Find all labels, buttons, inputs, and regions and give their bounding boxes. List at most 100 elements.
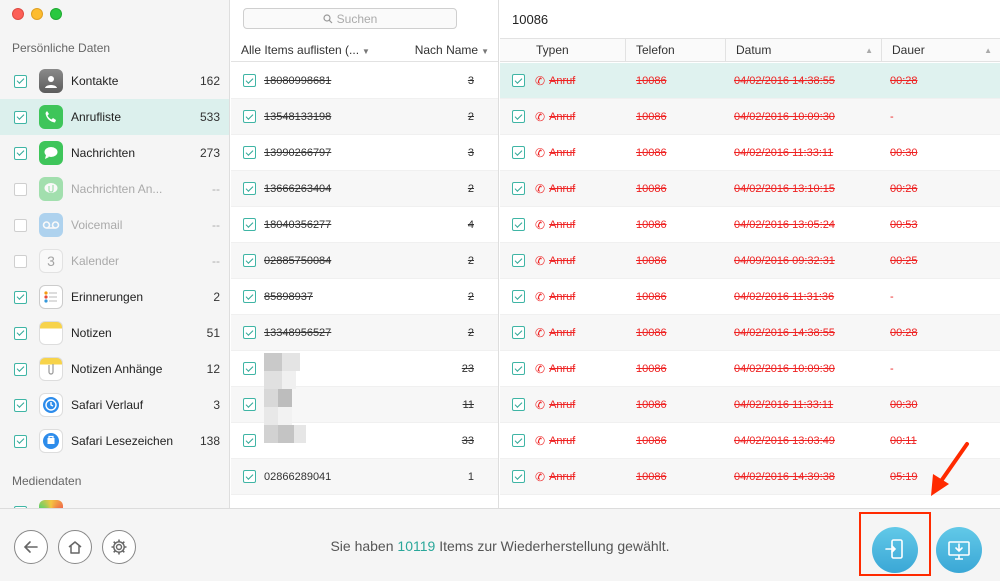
list-item[interactable]: 13666263404 2 [231,171,498,207]
list-item[interactable]: 13348956527 2 [231,315,498,351]
sidebar-item-count: 138 [199,434,220,448]
sidebar-item-safari-verlauf[interactable]: Safari Verlauf 3 [0,387,229,423]
checkbox[interactable] [512,182,525,195]
table-row[interactable]: ✆ Anruf 10086 04/02/2016 14:38:55 00:28 [500,63,1000,99]
checkbox[interactable] [14,182,27,196]
checkbox[interactable] [512,398,525,411]
checkbox[interactable] [14,434,27,448]
list-item[interactable]: 02866289041 1 [231,459,498,495]
sort-dropdown[interactable]: Nach Name ▼ [409,43,489,57]
sidebar-item-notizen[interactable]: Notizen 51 [0,315,229,351]
list-item[interactable]: 02885750084 2 [231,243,498,279]
checkbox[interactable] [512,434,525,447]
home-button[interactable] [58,530,92,564]
column-header-type[interactable]: Typen [500,38,626,62]
checkbox[interactable] [243,146,256,159]
sidebar-item-safari-lesezeichen[interactable]: Safari Lesezeichen 138 [0,423,229,459]
checkbox[interactable] [512,470,525,483]
checkbox[interactable] [512,254,525,267]
table-row[interactable]: ✆ Anruf 10086 04/02/2016 10:09:30 - [500,351,1000,387]
checkbox[interactable] [512,74,525,87]
checkbox[interactable] [243,434,256,447]
list-item[interactable]: 13990266797 3 [231,135,498,171]
annotation-arrow-icon [931,442,969,496]
column-header-date[interactable]: Datum ▲ [726,38,882,62]
search-input[interactable]: Suchen [243,8,457,29]
checkbox[interactable] [14,74,27,88]
checkbox[interactable] [14,326,27,340]
checkbox[interactable] [243,74,256,87]
checkbox[interactable] [243,470,256,483]
checkbox[interactable] [14,290,27,304]
settings-button[interactable] [102,530,136,564]
checkbox[interactable] [512,110,525,123]
table-row[interactable]: ✆ Anruf 10086 04/02/2016 13:05:24 00:53 [500,207,1000,243]
list-item[interactable]: 85898937 2 [231,279,498,315]
checkbox[interactable] [512,146,525,159]
sidebar-item-label: Kontakte [71,74,119,88]
filter-dropdown[interactable]: Alle Items auflisten (... ▼ [241,43,409,57]
checkbox[interactable] [14,110,27,124]
call-date: 04/02/2016 11:33:11 [734,398,834,411]
checkbox[interactable] [14,146,27,160]
table-row[interactable]: ✆ Anruf 10086 04/02/2016 11:33:11 00:30 [500,135,1000,171]
table-row[interactable]: ✆ Anruf 10086 04/02/2016 14:38:55 00:28 [500,315,1000,351]
call-duration: 00:26 [890,182,918,195]
safari-history-icon [39,393,63,417]
checkbox[interactable] [14,362,27,376]
recover-to-computer-button[interactable] [936,527,982,573]
sidebar-item-nachrichten-anhaenge[interactable]: Nachrichten An... -- [0,171,229,207]
checkbox[interactable] [243,218,256,231]
sidebar-item-voicemail[interactable]: Voicemail -- [0,207,229,243]
arrow-left-icon [23,541,38,553]
table-row[interactable]: ✆ Anruf 10086 04/02/2016 11:31:36 - [500,279,1000,315]
call-phone: 10086 [636,110,667,123]
zoom-window-button[interactable] [50,8,62,20]
checkbox[interactable] [243,290,256,303]
close-window-button[interactable] [12,8,24,20]
section-title-personal: Persönliche Daten [12,41,111,55]
status-suffix: Items zur Wiederherstellung gewählt. [439,538,670,554]
checkbox[interactable] [243,254,256,267]
checkbox[interactable] [243,398,256,411]
sidebar-item-media-partial[interactable] [14,500,63,508]
column-header-duration[interactable]: Dauer ▲ [882,38,1000,62]
minimize-window-button[interactable] [31,8,43,20]
checkbox[interactable] [512,290,525,303]
call-type: Anruf [549,110,576,123]
sidebar-item-kalender[interactable]: 3 Kalender -- [0,243,229,279]
checkbox[interactable] [243,362,256,375]
list-item[interactable]: 18080998681 3 [231,63,498,99]
call-date: 04/02/2016 11:33:11 [734,146,834,159]
section-title-media: Mediendaten [12,474,82,488]
sidebar-item-nachrichten[interactable]: Nachrichten 273 [0,135,229,171]
column-header-phone[interactable]: Telefon [626,38,726,62]
missed-call-icon: ✆ [535,253,546,268]
table-row[interactable]: ✆ Anruf 10086 04/02/2016 11:33:11 00:30 [500,387,1000,423]
missed-call-icon: ✆ [535,181,546,196]
call-date: 04/02/2016 13:03:49 [734,434,835,447]
checkbox[interactable] [14,398,27,412]
checkbox[interactable] [14,218,27,232]
sidebar-item-anrufliste[interactable]: Anrufliste 533 [0,99,229,135]
list-item-count: 23 [461,362,474,375]
checkbox[interactable] [243,326,256,339]
safari-bookmarks-icon [39,429,63,453]
sidebar-item-notizen-anhaenge[interactable]: Notizen Anhänge 12 [0,351,229,387]
checkbox[interactable] [512,362,525,375]
table-row[interactable]: ✆ Anruf 10086 04/09/2016 09:32:31 00:25 [500,243,1000,279]
list-item[interactable]: 13548133198 2 [231,99,498,135]
table-row[interactable]: ✆ Anruf 10086 04/02/2016 10:09:30 - [500,99,1000,135]
table-row[interactable]: ✆ Anruf 10086 04/02/2016 13:10:15 00:26 [500,171,1000,207]
back-button[interactable] [14,530,48,564]
sidebar-item-erinnerungen[interactable]: Erinnerungen 2 [0,279,229,315]
sidebar-item-count: 533 [199,110,220,124]
list-item[interactable]: 18040356277 4 [231,207,498,243]
checkbox[interactable] [14,254,27,268]
sidebar-item-kontakte[interactable]: Kontakte 162 [0,63,229,99]
bottom-toolbar: Sie haben 10119 Items zur Wiederherstell… [0,508,1000,581]
checkbox[interactable] [512,218,525,231]
checkbox[interactable] [243,110,256,123]
checkbox[interactable] [243,182,256,195]
checkbox[interactable] [512,326,525,339]
